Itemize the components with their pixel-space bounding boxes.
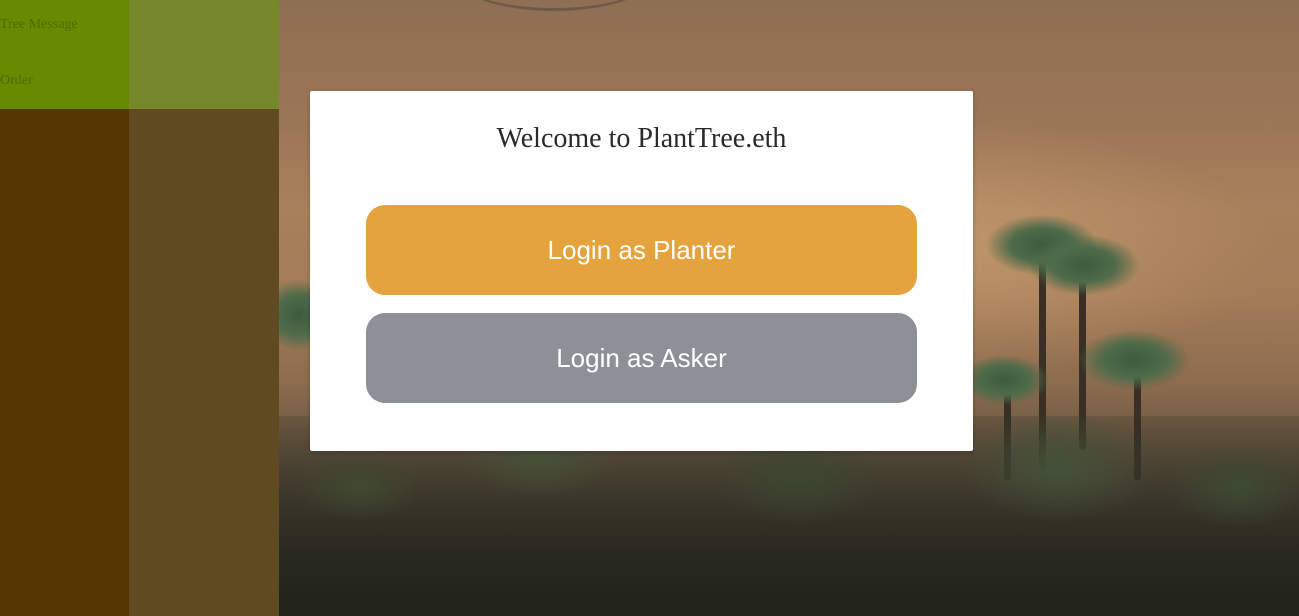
sidebar: Tree Message Order [0, 0, 279, 616]
modal-title: Welcome to PlantTree.eth [496, 123, 787, 154]
sidebar-menu-panel-overlay [129, 0, 279, 109]
palm-crown [1029, 235, 1139, 295]
sidebar-item-tree-message[interactable]: Tree Message [0, 17, 78, 33]
palm-crown [1079, 330, 1189, 390]
top-arc-decoration [454, 0, 654, 11]
login-as-asker-button[interactable]: Login as Asker [366, 313, 917, 403]
sidebar-item-order[interactable]: Order [0, 73, 33, 89]
page: Tree Message Order Welcome to PlantTree.… [0, 0, 1299, 616]
login-modal: Welcome to PlantTree.eth Login as Plante… [310, 91, 973, 451]
login-as-planter-button[interactable]: Login as Planter [366, 205, 917, 295]
